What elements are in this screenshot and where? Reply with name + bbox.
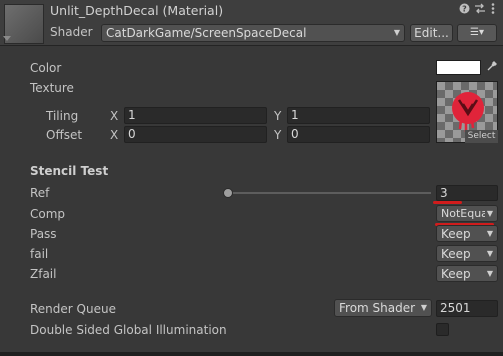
pass-value: Keep (441, 227, 471, 241)
ref-value-field[interactable]: 3 (436, 185, 498, 201)
offset-y-axis-label: Y (274, 128, 282, 142)
presets-icon[interactable] (474, 3, 486, 17)
ref-label: Ref (30, 186, 50, 200)
bottom-divider (0, 352, 503, 356)
render-queue-mode-value: From Shader (339, 301, 416, 315)
color-label: Color (30, 61, 62, 75)
context-menu-icon[interactable] (491, 3, 495, 17)
stencil-test-header: Stencil Test (30, 164, 109, 178)
comp-value: NotEqual (441, 207, 491, 220)
pass-dropdown[interactable]: Keep ▼ (436, 225, 498, 242)
offset-x-axis-label: X (110, 128, 119, 142)
render-queue-label: Render Queue (30, 302, 116, 316)
fail-dropdown[interactable]: Keep ▼ (436, 245, 498, 262)
fail-value: Keep (441, 247, 471, 261)
edit-shader-button[interactable]: Edit... (410, 24, 453, 42)
chevron-down-icon: ▼ (486, 269, 493, 278)
material-title: Unlit_DepthDecal (Material) (50, 3, 224, 18)
offset-x-field[interactable]: 0 (124, 126, 267, 143)
chevron-down-icon: ▼ (486, 249, 493, 258)
zfail-dropdown[interactable]: Keep ▼ (436, 265, 498, 282)
comp-label: Comp (30, 207, 66, 221)
zfail-value: Keep (441, 267, 471, 281)
comp-dropdown[interactable]: NotEqual ▼ (436, 205, 498, 222)
chevron-down-icon: ▼ (420, 303, 427, 312)
offset-label: Offset (46, 128, 83, 142)
texture-select-button[interactable]: Select (465, 130, 498, 143)
chevron-down-icon: ▼ (484, 206, 493, 221)
render-queue-mode-dropdown[interactable]: From Shader ▼ (334, 299, 432, 317)
ref-slider-thumb[interactable] (223, 188, 233, 198)
zfail-label: Zfail (30, 267, 57, 281)
pass-label: Pass (30, 227, 57, 241)
double-sided-gi-checkbox[interactable] (436, 323, 449, 336)
foldout-arrow-icon[interactable] (3, 36, 11, 41)
offset-y-field[interactable]: 0 (287, 126, 430, 143)
render-queue-field[interactable]: 2501 (436, 300, 498, 317)
eyedropper-icon[interactable] (486, 59, 498, 75)
tiling-label: Tiling (46, 109, 79, 123)
chevron-down-icon: ▼ (486, 229, 493, 238)
color-swatch[interactable] (436, 60, 481, 75)
annotation-underline-ref (433, 201, 462, 204)
shader-label: Shader (50, 25, 93, 39)
tiling-y-field[interactable]: 1 (287, 107, 430, 124)
tiling-x-field[interactable]: 1 (124, 107, 267, 124)
shader-list-button[interactable]: ☰▾ (457, 24, 497, 42)
chevron-down-icon: ▼ (393, 28, 400, 37)
shader-dropdown[interactable]: CatDarkGame/ScreenSpaceDecal ▼ (101, 24, 405, 42)
fail-label: fail (30, 247, 49, 261)
tiling-x-axis-label: X (110, 109, 119, 123)
ref-slider-track[interactable] (227, 192, 431, 194)
shader-value: CatDarkGame/ScreenSpaceDecal (106, 26, 307, 40)
help-icon[interactable]: ? (459, 3, 470, 17)
svg-text:?: ? (462, 5, 467, 14)
tiling-y-axis-label: Y (274, 109, 282, 123)
double-sided-gi-label: Double Sided Global Illumination (30, 323, 227, 337)
texture-label: Texture (30, 81, 74, 95)
